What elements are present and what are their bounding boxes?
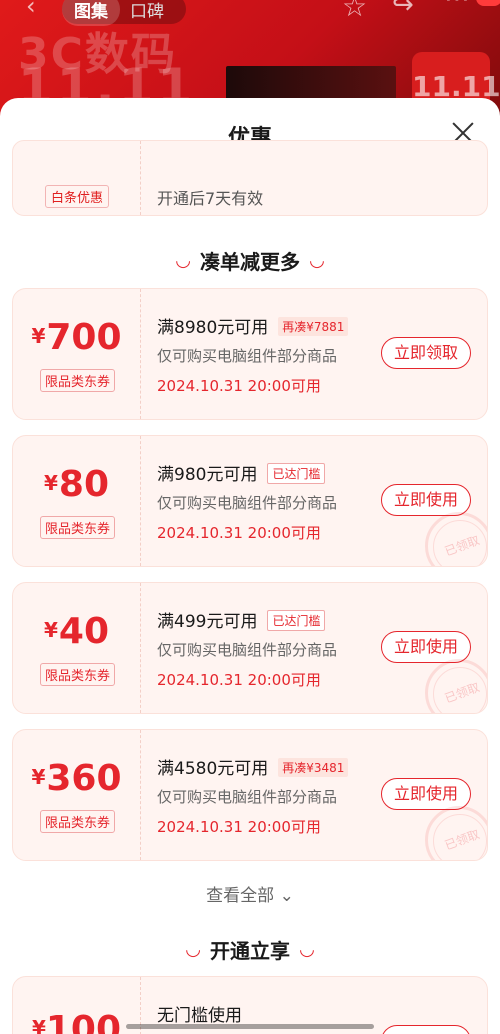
coupon-condition: 无门槛使用 bbox=[157, 1006, 242, 1026]
baitiao-tag: 白条优惠 bbox=[45, 185, 110, 208]
condition-tag: 已达门槛 bbox=[267, 463, 326, 484]
coupon-divider bbox=[140, 141, 141, 215]
amount-value: 700 bbox=[46, 317, 122, 358]
category-tag: 限品类东券 bbox=[40, 663, 116, 686]
smile-icon: ◡ bbox=[176, 250, 190, 271]
amount-value: 360 bbox=[46, 758, 122, 799]
stamp-text: 已领取 bbox=[442, 533, 482, 559]
smile-icon: ◡ bbox=[300, 939, 314, 960]
claimed-stamp: 已领取 bbox=[425, 806, 487, 860]
coupon-amount: ¥360 bbox=[13, 758, 140, 799]
coupon-amount: ¥40 bbox=[13, 611, 140, 652]
partial-coupon-card: 白条优惠 开通后7天有效 bbox=[12, 140, 488, 216]
claimed-stamp: 已领取 bbox=[425, 512, 487, 566]
coupon-card: ¥360 限品类东券 满4580元可用 再凑¥3481 仅可购买电脑组件部分商品 … bbox=[12, 729, 488, 861]
stamp-text: 已领取 bbox=[442, 827, 482, 853]
condition-tag: 已达门槛 bbox=[267, 610, 326, 631]
coupon-scope: 仅可购买电脑组件部分商品 bbox=[157, 788, 338, 806]
tab-reviews[interactable]: 口碑 bbox=[120, 0, 174, 22]
category-tag: 限品类东券 bbox=[40, 369, 116, 392]
coupon-scope: 仅可购买电脑组件部分商品 bbox=[157, 641, 338, 659]
coupon-expire: 2024.10.31 20:00可用 bbox=[157, 524, 321, 542]
coupon-condition: 满980元可用 已达门槛 bbox=[157, 460, 326, 485]
coupon-amount: ¥100 bbox=[13, 1009, 140, 1034]
view-all-link[interactable]: 查看全部 ⌄ bbox=[0, 881, 500, 906]
section-title-more: ◡ 凑单减更多 ◡ bbox=[0, 246, 500, 275]
coupon-sheet: 优惠 白条优惠 开通后7天有效 ◡ 凑单减更多 ◡ ¥700 限品类东券 满8980… bbox=[0, 98, 500, 1034]
coupon-condition: 满499元可用 已达门槛 bbox=[157, 607, 326, 632]
section-title-text: 开通立享 bbox=[210, 939, 290, 963]
coupon-scope: 仅可购买电脑组件部分商品 bbox=[157, 347, 338, 365]
more-icon[interactable]: ⋯ bbox=[444, 0, 470, 14]
currency-symbol: ¥ bbox=[43, 471, 58, 495]
condition-text: 满4580元可用 bbox=[157, 759, 269, 779]
amount-value: 80 bbox=[58, 464, 110, 505]
coupon-divider bbox=[140, 583, 141, 713]
coupon-amount: ¥80 bbox=[13, 464, 140, 505]
currency-symbol: ¥ bbox=[31, 1016, 46, 1034]
coupon-amount: ¥700 bbox=[13, 317, 140, 358]
coupon-condition: 满4580元可用 再凑¥3481 bbox=[157, 754, 349, 779]
currency-symbol: ¥ bbox=[43, 618, 58, 642]
favorite-star-icon[interactable]: ☆ bbox=[342, 0, 367, 23]
condition-text: 满499元可用 bbox=[157, 612, 258, 632]
coupon-divider bbox=[140, 730, 141, 860]
coupon-divider bbox=[140, 436, 141, 566]
amount-value: 100 bbox=[45, 1009, 122, 1034]
currency-symbol: ¥ bbox=[31, 324, 46, 348]
coupon-divider bbox=[140, 289, 141, 419]
coupon-expire: 2024.10.31 20:00可用 bbox=[157, 818, 321, 836]
chevron-down-icon: ⌄ bbox=[274, 886, 294, 906]
notification-badge bbox=[476, 0, 500, 6]
section-title-text: 凑单减更多 bbox=[200, 250, 300, 274]
smile-icon: ◡ bbox=[186, 939, 200, 960]
amount-value: 40 bbox=[58, 611, 110, 652]
top-navigation-bar: ‹ 图集 口碑 ☆ ↪ ⋯ bbox=[0, 0, 500, 26]
stamp-text: 已领取 bbox=[442, 680, 482, 706]
home-indicator[interactable] bbox=[126, 1024, 374, 1029]
coupon-scope: 仅可购买电脑组件部分商品 bbox=[157, 494, 338, 512]
view-all-label: 查看全部 bbox=[206, 886, 275, 906]
section-title-open: ◡ 开通立享 ◡ bbox=[0, 935, 500, 964]
claim-button[interactable]: 立即领取 bbox=[381, 337, 471, 369]
category-tag: 限品类东券 bbox=[40, 810, 116, 833]
coupon-card: ¥80 限品类东券 满980元可用 已达门槛 仅可购买电脑组件部分商品 2024.… bbox=[12, 435, 488, 567]
condition-text: 满980元可用 bbox=[157, 465, 258, 485]
coupon-card: ¥40 限品类东券 满499元可用 已达门槛 仅可购买电脑组件部分商品 2024.… bbox=[12, 582, 488, 714]
top-tabs: 图集 口碑 bbox=[62, 0, 186, 26]
condition-tag: 再凑¥7881 bbox=[278, 317, 349, 336]
action-button[interactable] bbox=[381, 1025, 471, 1034]
coupon-expire: 2024.10.31 20:00可用 bbox=[157, 377, 321, 395]
validity-text: 开通后7天有效 bbox=[157, 189, 264, 208]
currency-symbol: ¥ bbox=[31, 765, 46, 789]
coupon-card: ¥700 限品类东券 满8980元可用 再凑¥7881 仅可购买电脑组件部分商品 … bbox=[12, 288, 488, 420]
smile-icon: ◡ bbox=[310, 250, 324, 271]
category-tag: 限品类东券 bbox=[40, 516, 116, 539]
back-icon[interactable]: ‹ bbox=[26, 0, 36, 20]
claimed-stamp: 已领取 bbox=[425, 659, 487, 713]
condition-text: 满8980元可用 bbox=[157, 318, 269, 338]
condition-tag: 再凑¥3481 bbox=[278, 758, 349, 777]
tab-gallery[interactable]: 图集 bbox=[62, 0, 120, 26]
coupon-condition: 满8980元可用 再凑¥7881 bbox=[157, 313, 349, 338]
coupon-expire: 2024.10.31 20:00可用 bbox=[157, 671, 321, 689]
share-icon[interactable]: ↪ bbox=[392, 0, 414, 20]
